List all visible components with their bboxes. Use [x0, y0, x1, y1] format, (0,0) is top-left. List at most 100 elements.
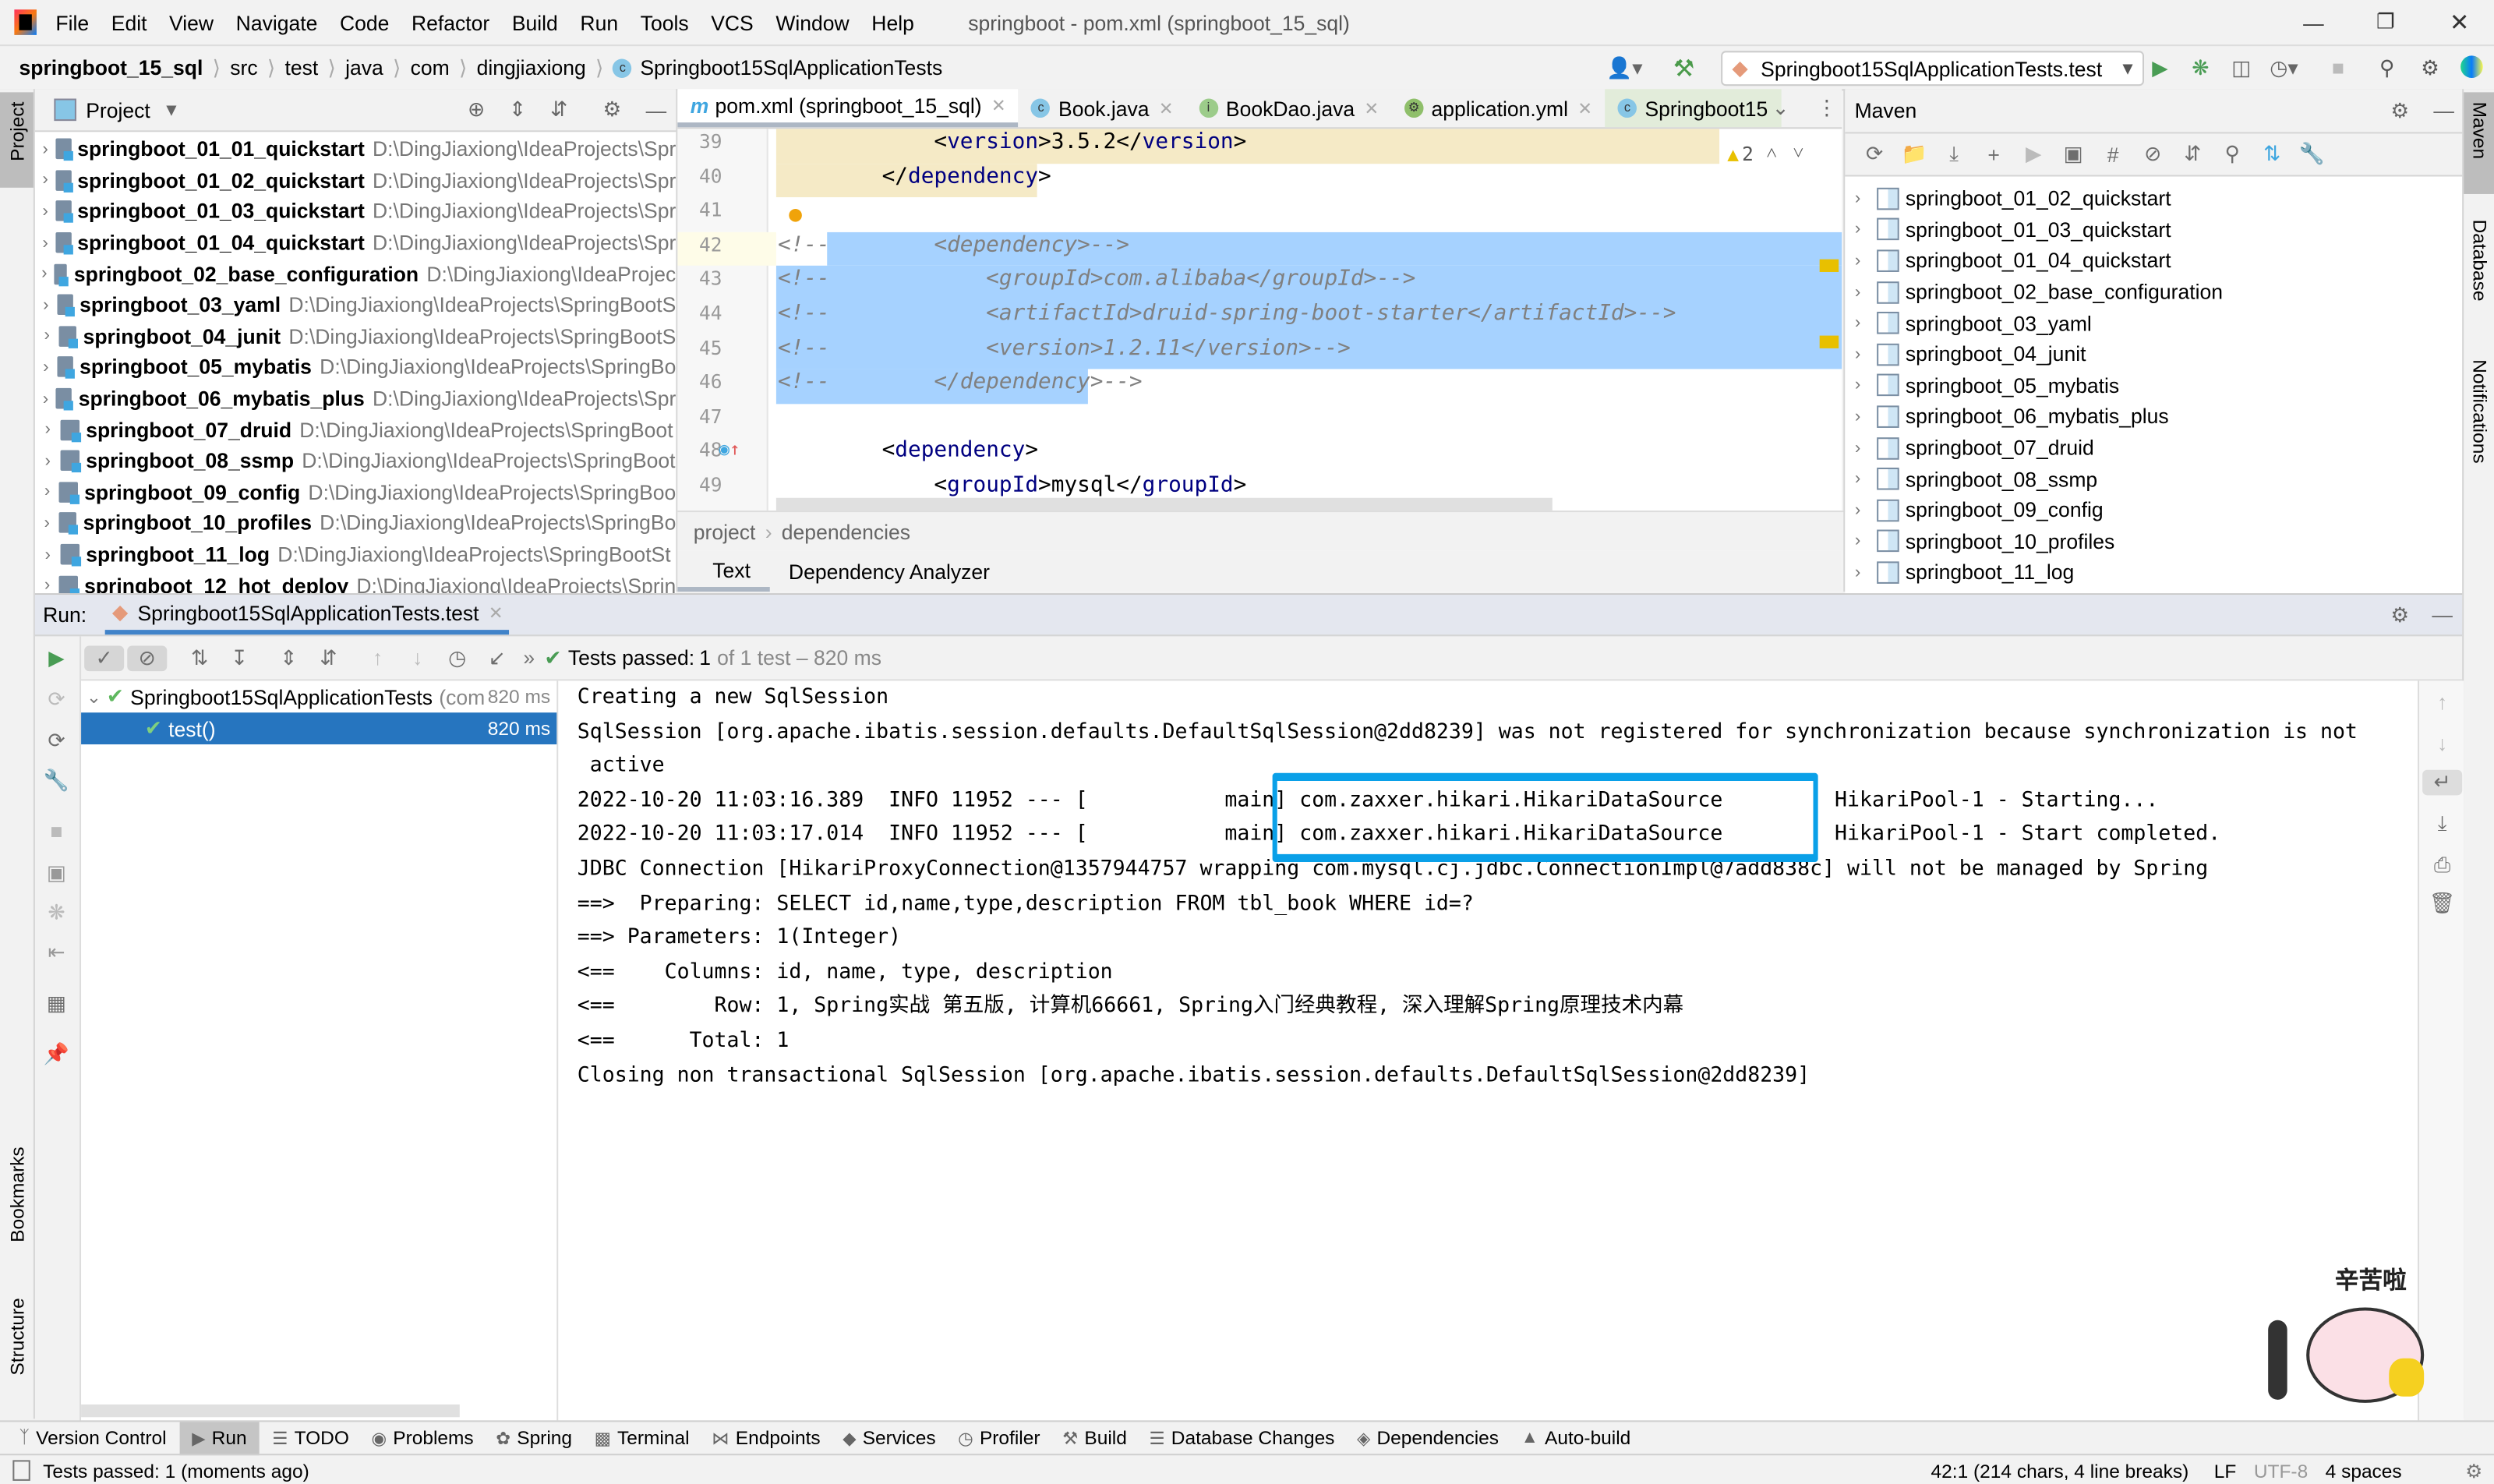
maven-project-item[interactable]: › springboot_02_base_configuration — [1845, 277, 2464, 308]
maven-dependency-gutter-icon[interactable]: ◉↑ — [719, 439, 740, 460]
status-toggle-icon[interactable] — [12, 1460, 30, 1481]
maven-project-item[interactable]: › springboot_01_02_quickstart — [1845, 183, 2464, 214]
menu-file[interactable]: File — [55, 10, 89, 34]
test-suite-row[interactable]: ⌄ ✔ Springboot15SqlApplicationTests (com… — [81, 680, 556, 712]
notifications-tool-button[interactable]: Notifications — [2468, 359, 2491, 463]
chevron-right-icon[interactable]: › — [1845, 469, 1870, 488]
tool-window-problems[interactable]: ◉ Problems — [371, 1427, 473, 1450]
analyze-dependencies-icon[interactable]: ⚲ — [2213, 142, 2252, 168]
editor-tab[interactable]: ⚙ application.yml ✕ — [1392, 89, 1606, 127]
chevron-right-icon[interactable]: › — [35, 202, 55, 221]
toggle-offline-icon[interactable]: # — [2093, 143, 2133, 167]
gear-icon[interactable]: ⚙ — [602, 97, 621, 122]
stop-icon[interactable]: ■ — [2332, 55, 2344, 80]
close-button[interactable]: ✕ — [2450, 8, 2470, 37]
chevron-right-icon[interactable]: › — [35, 389, 56, 408]
editor-tab[interactable]: c Springboot15S — [1605, 89, 1782, 128]
chevron-right-icon[interactable]: › — [1845, 438, 1870, 457]
project-tree-item[interactable]: › springboot_11_log D:\DingJiaxiong\IdeaPr… — [35, 539, 676, 570]
collapse-all-icon[interactable]: ⇵ — [2173, 142, 2213, 168]
user-icon[interactable]: 👤▾ — [1606, 55, 1642, 80]
chevron-right-icon[interactable]: › — [1845, 189, 1870, 207]
more-icon[interactable]: » — [523, 646, 535, 670]
sort-by-duration-icon[interactable]: ↧ — [220, 645, 260, 671]
chevron-right-icon[interactable]: › — [35, 140, 55, 158]
expand-all-icon[interactable]: ⇕ — [269, 645, 309, 671]
maven-project-item[interactable]: › springboot_09_config — [1845, 495, 2464, 526]
menu-help[interactable]: Help — [871, 10, 914, 34]
maximize-button[interactable]: ❐ — [2376, 9, 2395, 35]
trash-icon[interactable]: 🗑 — [2422, 891, 2462, 917]
hide-icon[interactable]: — — [646, 98, 667, 122]
show-diagram-icon[interactable]: ⇅ — [2252, 142, 2292, 168]
camera-icon[interactable]: ▣ — [37, 860, 76, 886]
up-arrow-icon[interactable]: ↑ — [2422, 691, 2462, 715]
scroll-to-end-icon[interactable]: ⤓ — [2422, 811, 2462, 837]
breadcrumb-project[interactable]: project — [694, 519, 756, 543]
add-icon[interactable]: + — [1974, 143, 2014, 167]
gear-icon[interactable]: ⚙ — [2421, 55, 2439, 80]
gear-icon[interactable]: ⚙ — [2390, 98, 2409, 124]
menu-vcs[interactable]: VCS — [711, 10, 754, 34]
wrench-icon[interactable]: 🔧 — [2292, 142, 2332, 168]
project-tree-item[interactable]: › springboot_06_mybatis_plus D:\DingJiaxio… — [35, 383, 676, 414]
project-tree-item[interactable]: › springboot_04_junit D:\DingJiaxiong\Idea… — [35, 320, 676, 352]
chevron-right-icon[interactable]: › — [1845, 220, 1870, 238]
project-tree-item[interactable]: › springboot_01_02_quickstart D:\DingJiaxi… — [35, 164, 676, 196]
down-arrow-icon[interactable]: ↓ — [2422, 732, 2462, 756]
tool-window-build[interactable]: ⚒ Build — [1062, 1427, 1127, 1450]
hide-icon[interactable]: — — [2432, 602, 2453, 627]
close-tab-icon[interactable]: ✕ — [1577, 98, 1592, 118]
execute-goal-icon[interactable]: ▣ — [2054, 142, 2093, 168]
tab-dependency-analyzer[interactable]: Dependency Analyzer — [769, 559, 990, 583]
project-tree-item[interactable]: › springboot_08_ssmp D:\DingJiaxiong\IdeaP… — [35, 445, 676, 476]
project-tree-item[interactable]: › springboot_05_mybatis D:\DingJiaxiong\Id… — [35, 352, 676, 383]
generate-sources-icon[interactable]: 📁 — [1895, 142, 1934, 168]
reload-icon[interactable]: ⟳ — [1855, 142, 1895, 168]
close-tab-icon[interactable]: ✕ — [489, 602, 503, 622]
collapse-all-icon[interactable]: ⇵ — [309, 645, 348, 671]
project-tree-item[interactable]: › springboot_01_01_quickstart D:\DingJiaxi… — [35, 133, 676, 164]
maven-project-item[interactable]: › springboot_10_profiles — [1845, 526, 2464, 557]
project-tree-item[interactable]: › springboot_01_03_quickstart D:\DingJiaxi… — [35, 196, 676, 227]
tool-window-profiler[interactable]: ◷ Profiler — [958, 1427, 1040, 1450]
tool-window-version-control[interactable]: ᛉ Version Control — [19, 1427, 166, 1450]
chevron-right-icon[interactable]: › — [1845, 313, 1870, 332]
test-history-icon[interactable]: ◷ — [437, 645, 477, 671]
previous-failed-icon[interactable]: ↑ — [358, 646, 397, 670]
next-highlight-icon[interactable]: ˅ — [1793, 142, 1803, 166]
editor-tab[interactable]: c Book.java ✕ — [1019, 89, 1186, 127]
error-stripe-mark[interactable] — [1819, 259, 1839, 272]
tool-window-dependencies[interactable]: ◈ Dependencies — [1357, 1427, 1499, 1450]
sort-alphabetically-icon[interactable]: ⇅ — [180, 645, 220, 671]
menu-tools[interactable]: Tools — [641, 10, 689, 34]
rerun-icon[interactable]: ▶ — [37, 646, 76, 672]
breadcrumb-item[interactable]: Springboot15SqlApplicationTests — [640, 55, 942, 80]
build-hammer-icon[interactable]: ⚒ — [1673, 53, 1694, 82]
collapse-all-icon[interactable]: ⇵ — [550, 97, 567, 122]
breadcrumb-item[interactable]: springboot_15_sql — [19, 55, 203, 80]
chevron-down-icon[interactable]: ▾ — [166, 97, 176, 122]
gear-icon[interactable]: ⚙ — [2390, 602, 2409, 627]
tool-window-spring[interactable]: ✿ Spring — [496, 1427, 572, 1450]
error-stripe-mark[interactable] — [1819, 335, 1839, 348]
project-tree-item[interactable]: › springboot_09_config D:\DingJiaxiong\Ide… — [35, 476, 676, 507]
tab-text[interactable]: Text — [677, 550, 770, 592]
line-separator[interactable]: LF — [2214, 1459, 2237, 1482]
chevron-right-icon[interactable]: › — [35, 358, 57, 376]
chevron-right-icon[interactable]: › — [1845, 282, 1870, 301]
tool-window-terminal[interactable]: ▩ Terminal — [595, 1427, 690, 1450]
coverage-icon[interactable]: ◫ — [2231, 55, 2251, 80]
close-tab-icon[interactable]: ✕ — [1159, 98, 1174, 118]
wrench-icon[interactable]: 🔧 — [37, 768, 76, 794]
run-icon[interactable]: ▶ — [2152, 55, 2167, 80]
tool-window-run[interactable]: ▶ Run — [178, 1421, 260, 1455]
maven-project-item[interactable]: › springboot_05_mybatis — [1845, 370, 2464, 401]
menu-view[interactable]: View — [169, 10, 214, 34]
menu-run[interactable]: Run — [580, 10, 618, 34]
profile-icon[interactable]: ◷▾ — [2270, 55, 2298, 80]
structure-tool-button[interactable]: Structure — [6, 1298, 29, 1375]
export-icon[interactable]: ↙ — [477, 645, 517, 671]
menu-navigate[interactable]: Navigate — [236, 10, 318, 34]
debug-icon[interactable]: ❋ — [37, 900, 76, 926]
